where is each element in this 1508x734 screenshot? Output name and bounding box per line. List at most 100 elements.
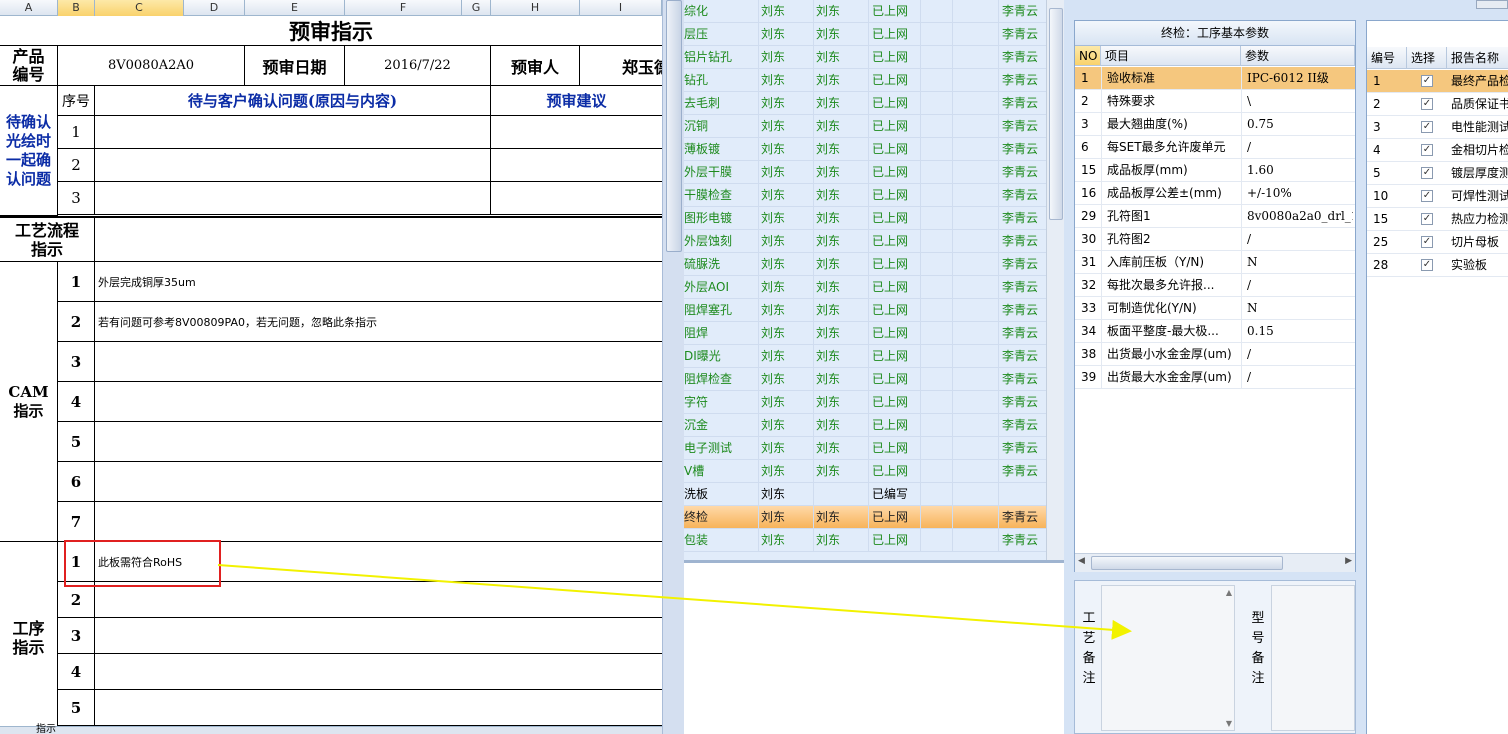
confirm-section-label[interactable]: 待确认光绘时一起确认问题	[0, 86, 58, 216]
cam-row-text[interactable]	[95, 342, 662, 382]
scroll-up-icon[interactable]: ▲	[1226, 588, 1232, 597]
process-row[interactable]: 阻焊塞孔 刘东 刘东 已上网 李青云	[684, 299, 1046, 322]
scroll-left-icon[interactable]: ◀	[1078, 556, 1085, 566]
scroll-down-icon[interactable]: ▼	[1226, 719, 1232, 728]
scroll-right-icon[interactable]: ▶	[1345, 556, 1352, 566]
process-row[interactable]: 电子测试 刘东 刘东 已上网 李青云	[684, 437, 1046, 460]
params-row[interactable]: 6 每SET最多允许废单元 /	[1075, 136, 1355, 159]
report-row[interactable]: 5 ✓ 镀层厚度测	[1367, 162, 1508, 185]
review-date-label[interactable]: 预审日期	[245, 46, 345, 86]
params-horizontal-scrollbar[interactable]: ◀ ▶	[1075, 553, 1355, 572]
product-code-value[interactable]: 8V0080A2A0	[58, 46, 245, 86]
process-label[interactable]: 工序指示	[0, 542, 58, 734]
report-checkbox[interactable]: ✓	[1421, 236, 1433, 248]
cam-row-text[interactable]: 若有问题可参考8V00809PA0，若无问题，忽略此条指示	[95, 302, 662, 342]
model-remark-input[interactable]	[1271, 585, 1355, 731]
process-row[interactable]: 沉铜 刘东 刘东 已上网 李青云	[684, 115, 1046, 138]
process-row[interactable]: 沉金 刘东 刘东 已上网 李青云	[684, 414, 1046, 437]
cam-row-no[interactable]: 5	[58, 422, 95, 462]
confirm-row-advice[interactable]	[491, 182, 662, 215]
process-row[interactable]: 阻焊 刘东 刘东 已上网 李青云	[684, 322, 1046, 345]
report-checkbox[interactable]: ✓	[1421, 259, 1433, 271]
params-row[interactable]: 15 成品板厚(mm) 1.60	[1075, 159, 1355, 182]
cam-row-text[interactable]: 外层完成铜厚35um	[95, 262, 662, 302]
params-panel[interactable]: 终检：工序基本参数 NO 项目 参数 1 验收标准 IPC-6012 II级 2 特殊要…	[1074, 20, 1356, 572]
process-row-no[interactable]: 4	[58, 654, 95, 690]
cam-row-no[interactable]: 1	[58, 262, 95, 302]
scrollbar-thumb[interactable]	[1091, 556, 1283, 570]
reports-panel[interactable]: 编号 选择 报告名称 1 ✓ 最终产品检 2 ✓ 品质保证书 3 ✓ 电性能测试 4 ✓ 金相切片检 5…	[1366, 20, 1508, 734]
confirm-row-advice[interactable]	[491, 116, 662, 149]
column-header-i[interactable]: I	[580, 0, 662, 16]
report-row[interactable]: 3 ✓ 电性能测试	[1367, 116, 1508, 139]
confirm-row-no[interactable]: 2	[58, 149, 95, 182]
seq-header[interactable]: 序号	[58, 86, 95, 116]
process-row[interactable]: 薄板镀 刘东 刘东 已上网 李青云	[684, 138, 1046, 161]
flow-content[interactable]	[95, 216, 662, 262]
process-row[interactable]: 外层蚀刻 刘东 刘东 已上网 李青云	[684, 230, 1046, 253]
params-row[interactable]: 3 最大翘曲度(%) 0.75	[1075, 113, 1355, 136]
process-row[interactable]: 硫脲洗 刘东 刘东 已上网 李青云	[684, 253, 1046, 276]
column-header-b[interactable]: B	[58, 0, 95, 16]
reviewer-label[interactable]: 预审人	[491, 46, 580, 86]
process-row[interactable]: 阻焊检查 刘东 刘东 已上网 李青云	[684, 368, 1046, 391]
flow-label[interactable]: 工艺流程指示	[0, 216, 95, 262]
process-row[interactable]: 外层干膜 刘东 刘东 已上网 李青云	[684, 161, 1046, 184]
spreadsheet-view[interactable]: ABCDEFGHI 预审指示 产品编号 8V0080A2A0 预审日期 2016/7/2…	[0, 0, 662, 734]
report-checkbox[interactable]: ✓	[1421, 98, 1433, 110]
process-remark-input[interactable]: ▲ ▼	[1101, 585, 1235, 731]
column-header-a[interactable]: A	[0, 0, 58, 16]
process-row-no[interactable]: 2	[58, 582, 95, 618]
params-row[interactable]: 31 入库前压板（Y/N) N	[1075, 251, 1355, 274]
process-row[interactable]: 去毛刺 刘东 刘东 已上网 李青云	[684, 92, 1046, 115]
cam-row-text[interactable]	[95, 382, 662, 422]
cam-row-no[interactable]: 7	[58, 502, 95, 542]
process-row-text[interactable]	[95, 654, 662, 690]
process-grid-scrollbar[interactable]	[1046, 0, 1064, 560]
report-row[interactable]: 25 ✓ 切片母板	[1367, 231, 1508, 254]
advice-header[interactable]: 预审建议	[491, 86, 662, 116]
report-checkbox[interactable]: ✓	[1421, 144, 1433, 156]
process-row-no[interactable]: 3	[58, 618, 95, 654]
cam-row-no[interactable]: 6	[58, 462, 95, 502]
params-row[interactable]: 39 出货最大水金金厚(um) /	[1075, 366, 1355, 389]
process-row-text[interactable]	[95, 618, 662, 654]
column-header-d[interactable]: D	[184, 0, 245, 16]
sheet-tab-bar[interactable]: 指示	[0, 725, 662, 734]
process-row[interactable]: 字符 刘东 刘东 已上网 李青云	[684, 391, 1046, 414]
report-checkbox[interactable]: ✓	[1421, 190, 1433, 202]
params-row[interactable]: 16 成品板厚公差±(mm) +/-10%	[1075, 182, 1355, 205]
process-row[interactable]: 外层AOI 刘东 刘东 已上网 李青云	[684, 276, 1046, 299]
process-row[interactable]: 干膜检查 刘东 刘东 已上网 李青云	[684, 184, 1046, 207]
process-row-text[interactable]	[95, 690, 662, 726]
report-row[interactable]: 10 ✓ 可焊性测试	[1367, 185, 1508, 208]
params-row[interactable]: 33 可制造优化(Y/N) N	[1075, 297, 1355, 320]
params-row[interactable]: 38 出货最小水金金厚(um) /	[1075, 343, 1355, 366]
process-row[interactable]: 综化 刘东 刘东 已上网 李青云	[684, 0, 1046, 23]
scrollbar-thumb[interactable]	[666, 0, 682, 252]
confirm-row-issue[interactable]	[95, 116, 491, 149]
vertical-scrollbar[interactable]	[662, 0, 684, 734]
params-row[interactable]: 30 孔符图2 /	[1075, 228, 1355, 251]
report-row[interactable]: 15 ✓ 热应力检测	[1367, 208, 1508, 231]
review-date-value[interactable]: 2016/7/22	[345, 46, 491, 86]
report-checkbox[interactable]: ✓	[1421, 75, 1433, 87]
column-header-g[interactable]: G	[462, 0, 491, 16]
params-header-no[interactable]: NO	[1075, 46, 1101, 66]
reports-header-select[interactable]: 选择	[1407, 47, 1447, 69]
cam-row-text[interactable]	[95, 462, 662, 502]
process-row[interactable]: 洗板 刘东 已编写	[684, 483, 1046, 506]
cam-row-text[interactable]	[95, 422, 662, 462]
report-checkbox[interactable]: ✓	[1421, 167, 1433, 179]
params-row[interactable]: 29 孔符图1 8v0080a2a0_drl_1	[1075, 205, 1355, 228]
process-row[interactable]: V槽 刘东 刘东 已上网 李青云	[684, 460, 1046, 483]
params-row[interactable]: 2 特殊要求 \	[1075, 90, 1355, 113]
process-row[interactable]: 铝片钻孔 刘东 刘东 已上网 李青云	[684, 46, 1046, 69]
confirm-row-no[interactable]: 3	[58, 182, 95, 215]
process-row[interactable]: 钻孔 刘东 刘东 已上网 李青云	[684, 69, 1046, 92]
report-checkbox[interactable]: ✓	[1421, 213, 1433, 225]
params-row[interactable]: 1 验收标准 IPC-6012 II级	[1075, 67, 1355, 90]
process-row[interactable]: 图形电镀 刘东 刘东 已上网 李青云	[684, 207, 1046, 230]
report-checkbox[interactable]: ✓	[1421, 121, 1433, 133]
sheet-tab-active[interactable]: 指示	[36, 725, 56, 734]
